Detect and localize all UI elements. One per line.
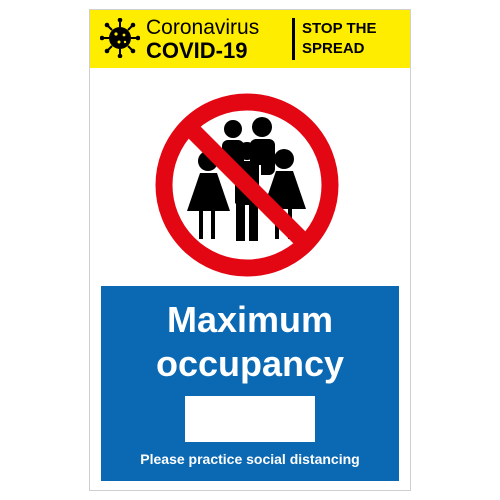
occupancy-panel: Maximum occupancy Please practice social…	[101, 286, 399, 481]
occupancy-count-box	[185, 396, 315, 442]
header-banner: Coronavirus COVID-19 STOP THE SPREAD	[90, 10, 410, 68]
panel-footer-text: Please practice social distancing	[140, 451, 360, 467]
brand-line-coronavirus: Coronavirus	[146, 16, 260, 39]
covid-occupancy-sign: Coronavirus COVID-19 STOP THE SPREAD Max…	[89, 9, 411, 491]
panel-title-maximum: Maximum	[166, 299, 334, 340]
panel-title-occupancy: occupancy	[155, 343, 345, 384]
virus-icon	[100, 18, 140, 58]
slogan-line-1: STOP THE	[302, 20, 377, 37]
no-crowd-prohibition-icon	[155, 93, 339, 277]
header-divider	[292, 18, 295, 60]
slogan-line-2: SPREAD	[302, 40, 365, 57]
brand-line-covid: COVID-19	[146, 38, 248, 63]
